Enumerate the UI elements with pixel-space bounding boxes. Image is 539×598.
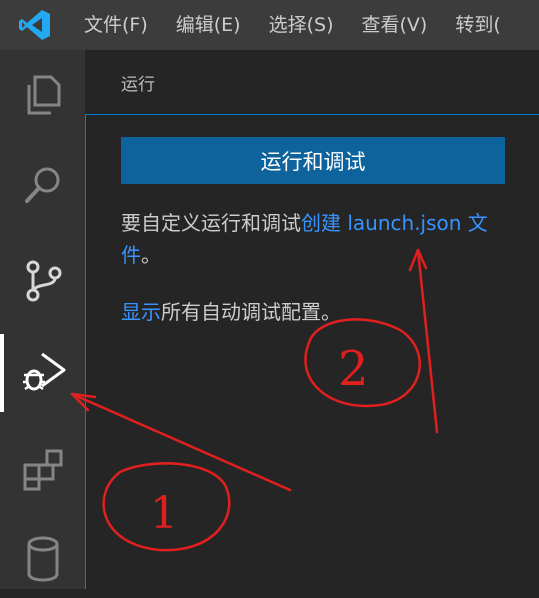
show-configs-link[interactable]: 显示: [121, 300, 161, 324]
activity-run-debug[interactable]: [0, 334, 85, 412]
activity-explorer[interactable]: [0, 56, 85, 134]
run-debug-icon: [22, 352, 65, 391]
menu-bar: 文件(F) 编辑(E) 选择(S) 查看(V) 转到(: [0, 0, 539, 50]
database-icon: [27, 536, 58, 582]
activity-search[interactable]: [0, 146, 85, 224]
activity-bar: [0, 50, 85, 589]
sidebar: 运行 运行和调试 要自定义运行和调试创建 launch.json 文件。 显示所…: [85, 50, 539, 589]
message-period: 。: [141, 243, 161, 267]
extensions-icon: [23, 449, 62, 491]
activity-database[interactable]: [0, 520, 85, 598]
menu-file[interactable]: 文件(F): [70, 0, 162, 50]
message-text: 要自定义运行和调试: [121, 211, 301, 235]
menu-go[interactable]: 转到(: [441, 0, 514, 50]
auto-debug-message: 显示所有自动调试配置。: [121, 296, 511, 328]
menu-selection[interactable]: 选择(S): [255, 0, 348, 50]
menu-edit[interactable]: 编辑(E): [162, 0, 255, 50]
files-icon: [27, 75, 60, 115]
launch-json-message: 要自定义运行和调试创建 launch.json 文件。: [121, 207, 511, 271]
message-text-2: 所有自动调试配置。: [161, 300, 341, 324]
source-control-icon: [26, 260, 61, 302]
search-icon: [24, 167, 59, 203]
activity-source-control[interactable]: [0, 242, 85, 320]
activity-extensions[interactable]: [0, 430, 85, 508]
vscode-logo-icon: [0, 0, 70, 50]
sidebar-title: 运行: [121, 75, 155, 95]
menu-view[interactable]: 查看(V): [348, 0, 442, 50]
run-view: 运行和调试 要自定义运行和调试创建 launch.json 文件。 显示所有自动…: [85, 114, 539, 589]
run-and-debug-button[interactable]: 运行和调试: [121, 137, 505, 184]
